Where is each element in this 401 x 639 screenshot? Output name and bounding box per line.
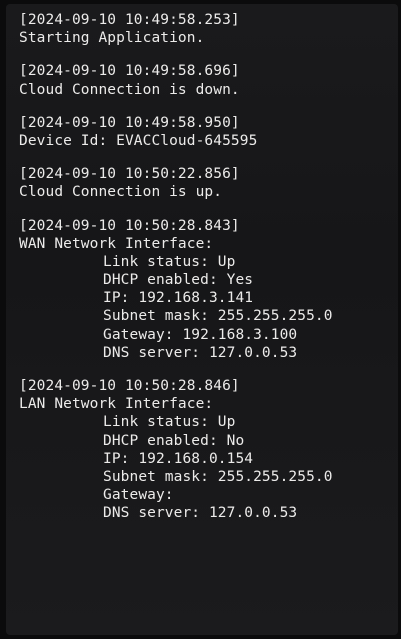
dns-line: DNS server: 127.0.0.53 <box>103 344 298 361</box>
subnet-line: Subnet mask: 255.255.255.0 <box>103 468 333 485</box>
log-entry: [2024-09-10 10:50:28.846] LAN Network In… <box>19 377 394 523</box>
log-message: WAN Network Interface: <box>19 235 214 252</box>
log-timestamp: [2024-09-10 10:49:58.950] <box>19 114 240 131</box>
log-message: Device Id: EVACCloud-645595 <box>19 132 258 149</box>
link-status-line: Link status: Up <box>103 414 236 431</box>
log-timestamp: [2024-09-10 10:49:58.253] <box>19 12 240 28</box>
log-timestamp: [2024-09-10 10:50:28.846] <box>19 378 240 394</box>
terminal-screen: [2024-09-10 10:49:58.253] Starting Appli… <box>6 4 398 635</box>
gateway-line: Gateway: <box>103 487 174 504</box>
log-timestamp: [2024-09-10 10:50:22.856] <box>19 166 240 183</box>
dhcp-line: DHCP enabled: Yes <box>103 272 254 289</box>
ip-line: IP: 192.168.3.141 <box>103 290 254 307</box>
ip-line: IP: 192.168.0.154 <box>103 450 254 467</box>
log-message: Cloud Connection is up. <box>19 184 223 201</box>
gateway-line: Gateway: 192.168.3.100 <box>103 326 298 343</box>
log-output: [2024-09-10 10:49:58.253] Starting Appli… <box>19 11 394 538</box>
log-entry: [2024-09-10 10:49:58.696] Cloud Connecti… <box>19 62 394 98</box>
log-timestamp: [2024-09-10 10:49:58.696] <box>19 63 240 80</box>
link-status-line: Link status: Up <box>103 253 236 270</box>
log-message: Starting Application. <box>19 30 205 47</box>
log-entry: [2024-09-10 10:50:28.843] WAN Network In… <box>19 217 394 363</box>
log-entry: [2024-09-10 10:49:58.253] Starting Appli… <box>19 11 394 47</box>
log-message: LAN Network Interface: <box>19 396 214 413</box>
log-entry: [2024-09-10 10:50:22.856] Cloud Connecti… <box>19 165 394 201</box>
log-entry: [2024-09-10 10:49:58.950] Device Id: EVA… <box>19 114 394 150</box>
log-timestamp: [2024-09-10 10:50:28.843] <box>19 217 240 234</box>
subnet-line: Subnet mask: 255.255.255.0 <box>103 308 333 325</box>
log-message: Cloud Connection is down. <box>19 81 240 98</box>
dhcp-line: DHCP enabled: No <box>103 432 245 449</box>
dns-line: DNS server: 127.0.0.53 <box>103 505 298 522</box>
